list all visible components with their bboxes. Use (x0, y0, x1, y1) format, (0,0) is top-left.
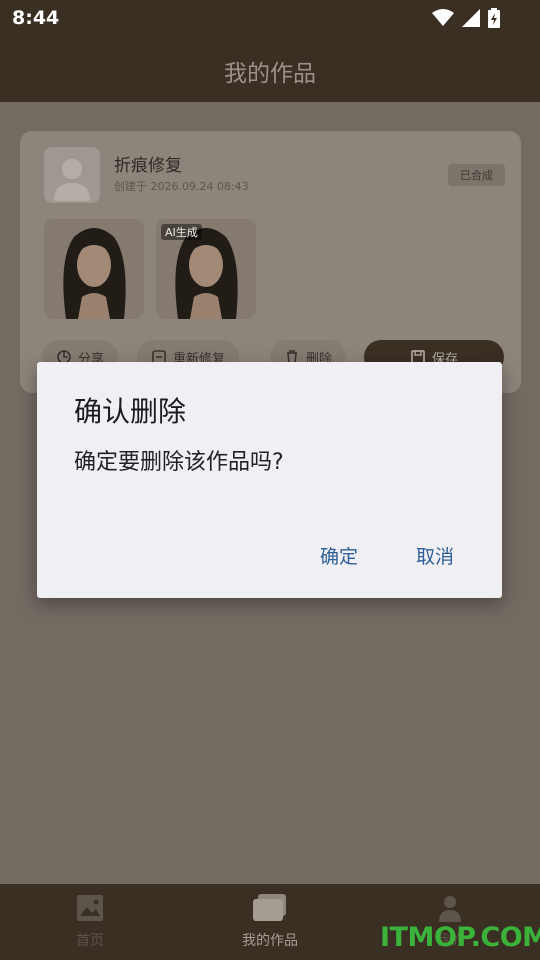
app-header: 我的作品 (0, 36, 540, 102)
page-title: 我的作品 (224, 61, 316, 87)
nav-item-home[interactable]: 首页 (30, 894, 150, 950)
nav-label-my-works: 我的作品 (242, 933, 298, 949)
avatar (44, 147, 100, 203)
battery-icon (488, 8, 500, 28)
person-icon (439, 896, 461, 922)
work-title: 折痕修复 (114, 156, 182, 176)
status-bar: 8:44 (0, 0, 540, 36)
wifi-icon (432, 9, 454, 26)
confirm-delete-dialog: 确认删除 确定要删除该作品吗? 确定 取消 (37, 362, 502, 598)
nav-item-my-works[interactable]: 我的作品 (210, 894, 330, 950)
status-time: 8:44 (12, 7, 60, 29)
dialog-title: 确认删除 (74, 395, 187, 428)
user-placeholder-icon (54, 159, 90, 201)
confirm-button[interactable]: 确定 (320, 542, 358, 569)
work-created-date: 创建于 2026.09.24 08:43 (114, 180, 249, 193)
image-icon (77, 895, 103, 921)
dialog-message: 确定要删除该作品吗? (74, 450, 284, 475)
folder-icon (253, 894, 286, 921)
portrait-photo (44, 219, 144, 319)
ai-generated-tag: AI生成 (161, 224, 202, 240)
work-card[interactable]: 折痕修复 创建于 2026.09.24 08:43 已合成 AI生成 分享 重新… (20, 131, 521, 393)
status-badge: 已合成 (448, 164, 505, 186)
watermark-text: ITMOP.COM (380, 922, 540, 953)
original-photo-thumbnail[interactable] (44, 219, 144, 319)
signal-icon (462, 9, 480, 27)
ai-photo-thumbnail[interactable]: AI生成 (156, 219, 256, 319)
nav-label-home: 首页 (76, 933, 104, 949)
cancel-button[interactable]: 取消 (416, 542, 454, 569)
status-icons (432, 8, 500, 28)
